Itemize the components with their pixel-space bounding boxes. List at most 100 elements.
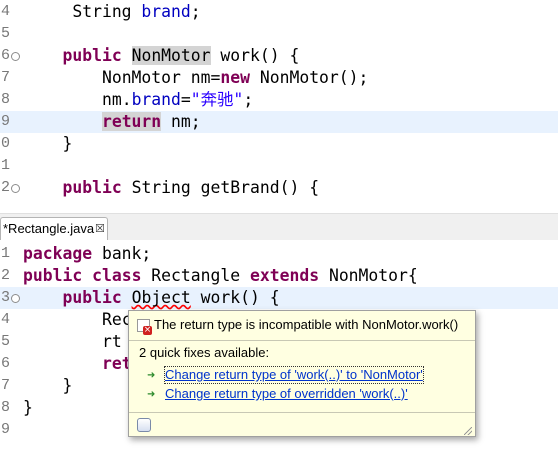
- code-token: NonMotor();: [249, 68, 369, 87]
- resize-grip-icon[interactable]: [464, 427, 472, 435]
- code-token: work() {: [210, 46, 300, 65]
- code-line[interactable]: 7 NonMotor nm=new NonMotor();: [0, 67, 558, 89]
- line-number: 9: [1, 421, 11, 438]
- code-text: NonMotor nm=new NonMotor();: [23, 67, 368, 89]
- code-token: extends: [250, 266, 320, 285]
- code-token: rt: [101, 332, 122, 351]
- code-token: }: [62, 376, 73, 395]
- quick-fix-link[interactable]: Change return type of 'work(..)' to 'Non…: [164, 366, 424, 384]
- code-line[interactable]: 1 package bank;: [0, 243, 558, 265]
- code-token: String: [72, 2, 142, 21]
- code-text: public String getBrand() {: [23, 177, 319, 197]
- line-number: 5: [1, 333, 11, 350]
- code-token: }: [23, 398, 33, 417]
- code-line[interactable]: 0 }: [0, 133, 558, 155]
- line-number: 8: [1, 399, 11, 416]
- code-token: public: [23, 266, 83, 285]
- quick-fix-item[interactable]: ➜ Change return type of overridden 'work…: [139, 386, 469, 404]
- editor-divider: [0, 197, 558, 213]
- code-token: Rectangle: [141, 266, 250, 285]
- close-icon[interactable]: ☒: [95, 218, 105, 240]
- code-token: nm;: [161, 112, 201, 131]
- code-token: brand: [141, 2, 191, 21]
- line-number: 9: [1, 113, 11, 130]
- change-fix-icon: ➜: [147, 389, 156, 400]
- code-token: ;: [243, 90, 254, 109]
- line-number: 2: [1, 267, 11, 284]
- code-text: return nm;: [23, 111, 201, 133]
- quick-fix-link[interactable]: Change return type of overridden 'work(.…: [165, 386, 408, 402]
- code-token: work() {: [190, 288, 280, 307]
- code-text: public Object work() {: [23, 287, 280, 309]
- code-text: public NonMotor work() {: [23, 45, 299, 67]
- top-editor-pane[interactable]: 4 String brand; 5 6 public NonMotor work()…: [0, 0, 558, 197]
- code-token: new: [220, 68, 250, 87]
- code-line[interactable]: 9 return nm;: [0, 111, 558, 133]
- quick-fix-item[interactable]: ➜ Change return type of 'work(..)' to 'N…: [139, 366, 469, 385]
- fold-toggle-icon[interactable]: [11, 184, 20, 193]
- error-token: Object: [131, 288, 191, 307]
- settings-icon[interactable]: [137, 418, 151, 432]
- code-token: "奔驰": [190, 90, 244, 109]
- quick-fix-header: The return type is incompatible with Non…: [129, 311, 475, 341]
- code-token: nm.: [101, 90, 132, 109]
- code-line[interactable]: 6 public NonMotor work() {: [0, 45, 558, 67]
- code-token: }: [62, 134, 73, 153]
- code-token: bank;: [92, 244, 152, 263]
- code-line[interactable]: 8 nm.brand="奔驰";: [0, 89, 558, 111]
- code-token: brand: [131, 90, 181, 109]
- code-line[interactable]: 3 public Object work() {: [0, 287, 558, 309]
- code-text: ret: [23, 353, 132, 375]
- line-number: 7: [1, 377, 11, 394]
- code-text: String brand;: [23, 1, 201, 23]
- code-token: class: [92, 266, 142, 285]
- code-line[interactable]: 5: [0, 23, 558, 45]
- line-number: 5: [1, 25, 11, 42]
- code-token: NonMotor nm=: [101, 68, 221, 87]
- code-token: public: [62, 288, 122, 307]
- code-text: }: [23, 375, 72, 397]
- line-number: 6: [1, 355, 11, 372]
- editor-tab-bar: *Rectangle.java ☒: [0, 213, 558, 242]
- fold-toggle-icon[interactable]: [11, 294, 20, 303]
- code-text: Rec: [23, 309, 132, 331]
- quick-fix-footer: [129, 412, 475, 437]
- code-text: }: [23, 397, 33, 419]
- code-text: nm.brand="奔驰";: [23, 89, 253, 111]
- tab-label: *Rectangle.java: [3, 221, 95, 236]
- code-token: ;: [190, 2, 201, 21]
- line-number: 7: [1, 69, 11, 86]
- code-line[interactable]: 2 public String getBrand() {: [0, 177, 558, 197]
- line-number: 0: [1, 135, 11, 152]
- code-line[interactable]: 4 String brand;: [0, 1, 558, 23]
- line-number: 1: [1, 157, 11, 174]
- tab-rectangle-java[interactable]: *Rectangle.java ☒: [0, 217, 108, 241]
- fold-toggle-icon[interactable]: [11, 52, 20, 61]
- line-number: 1: [1, 245, 11, 262]
- code-line[interactable]: 1: [0, 155, 558, 177]
- line-number: 4: [1, 311, 11, 328]
- code-line[interactable]: 2 public class Rectangle extends NonMotor…: [0, 265, 558, 287]
- code-token: public: [62, 46, 122, 65]
- code-token: return: [101, 112, 162, 131]
- quick-fix-count: 2 quick fixes available:: [139, 345, 270, 360]
- code-text: public class Rectangle extends NonMotor{: [23, 265, 418, 287]
- code-token: NonMotor: [131, 46, 211, 65]
- code-token: NonMotor{: [319, 266, 418, 285]
- line-number: 4: [1, 3, 11, 20]
